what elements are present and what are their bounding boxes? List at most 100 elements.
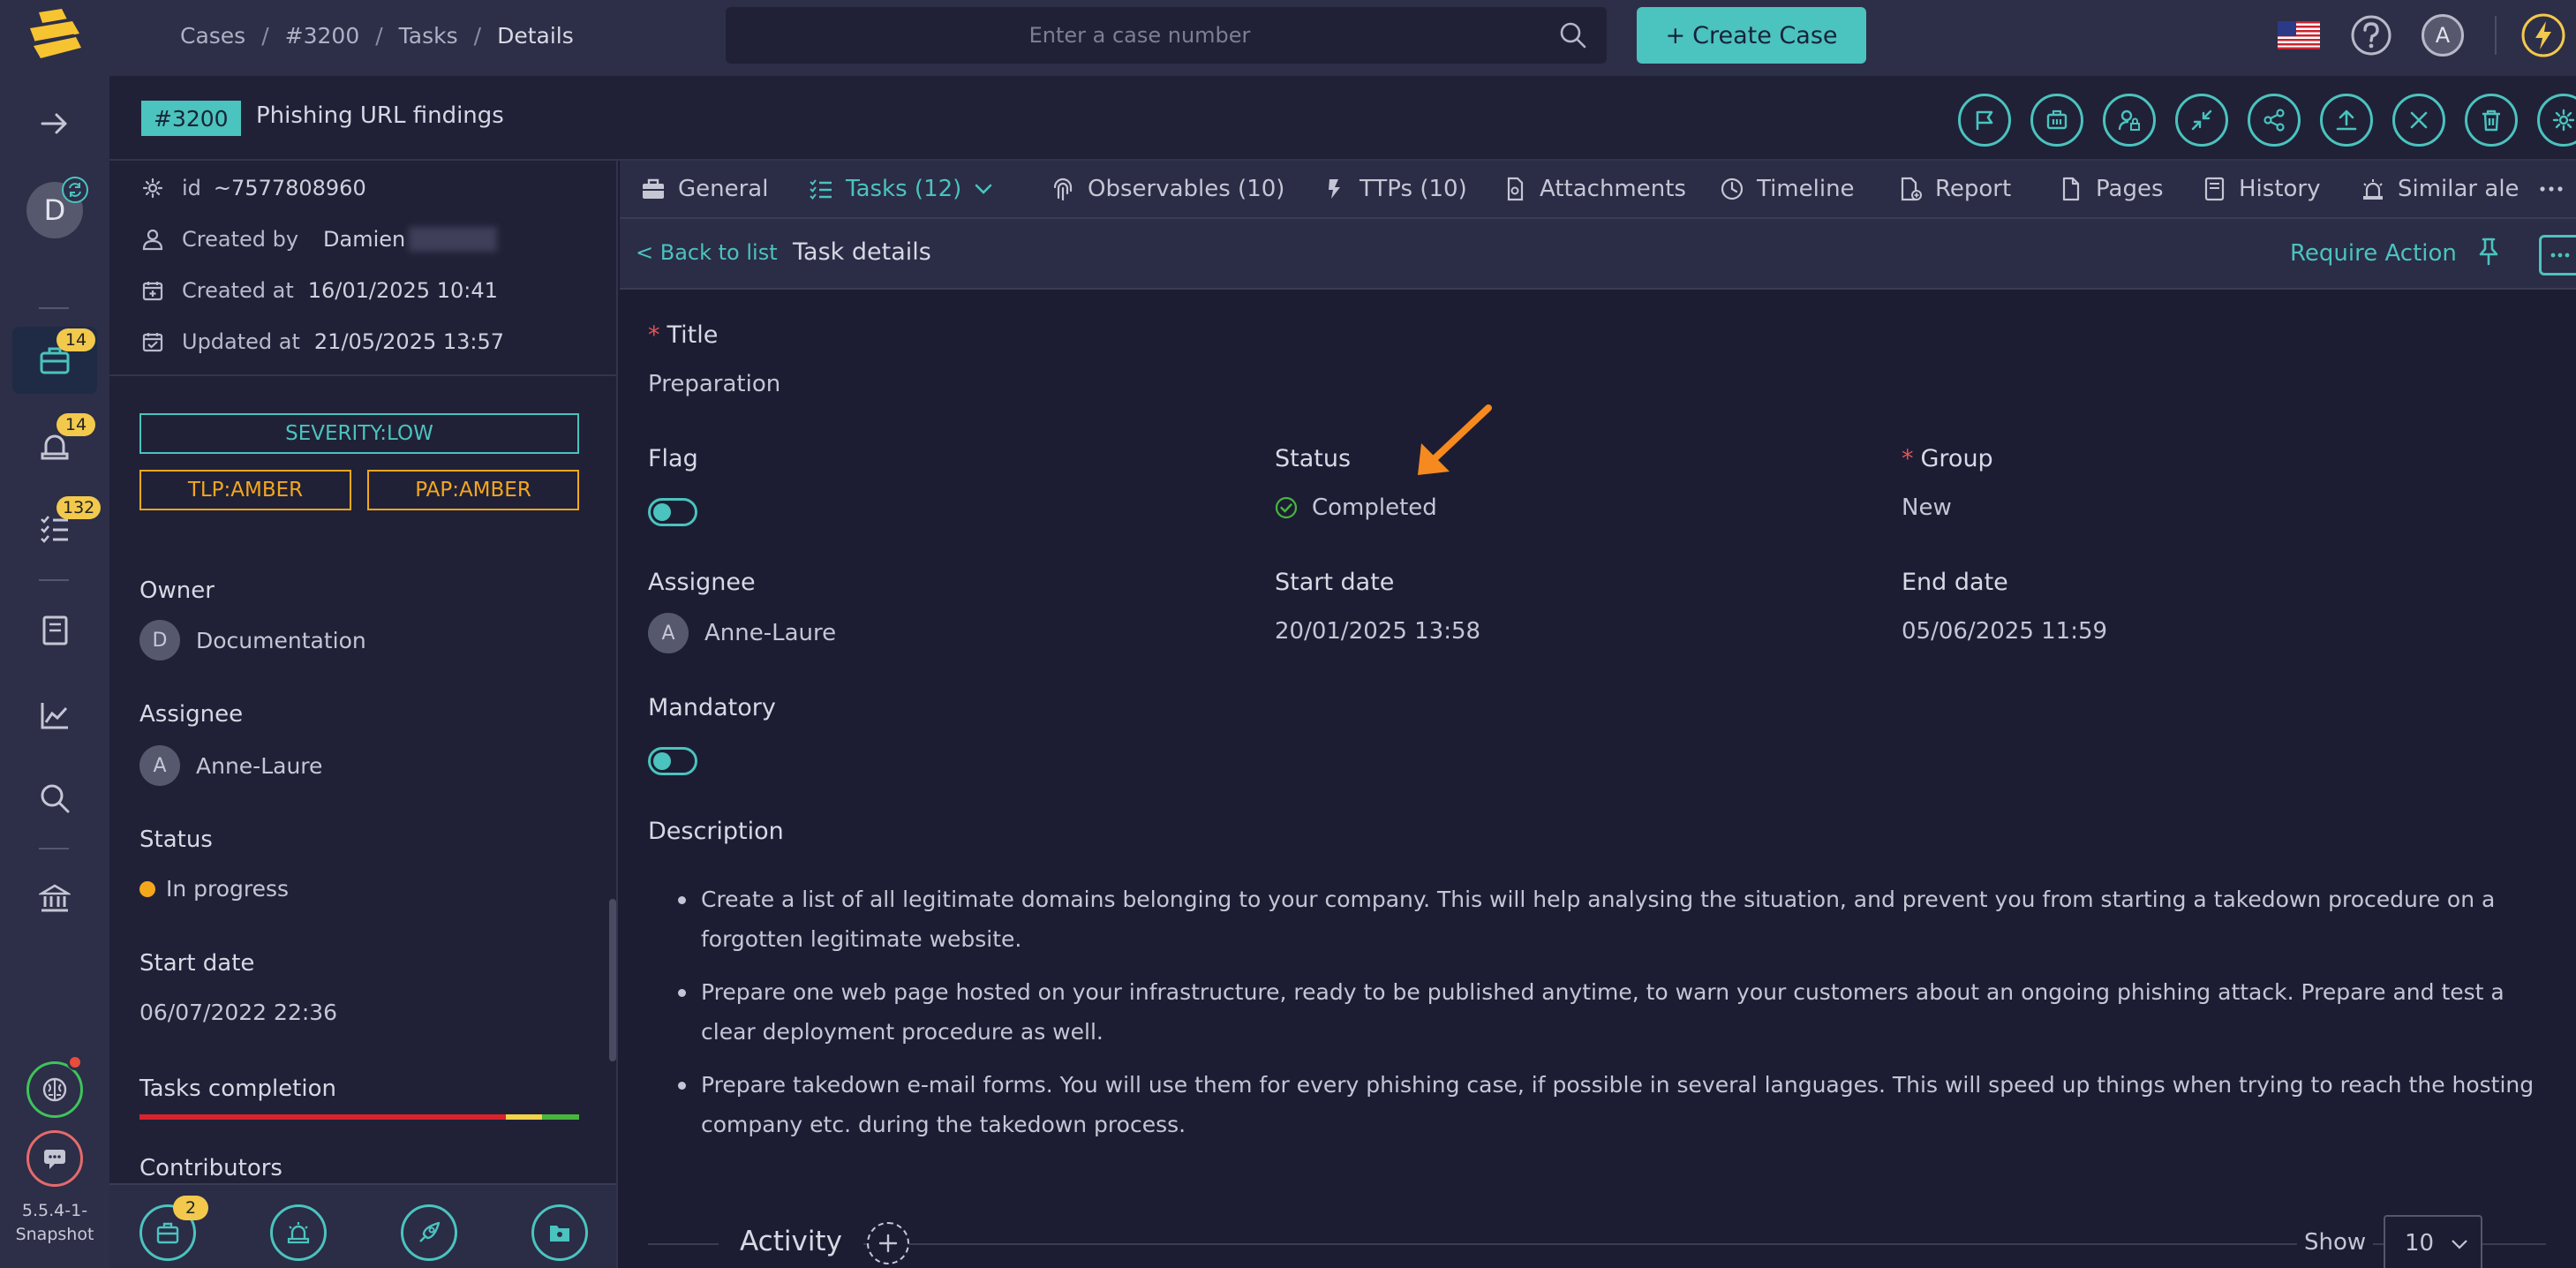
nav-search[interactable] (12, 765, 97, 832)
create-case-button[interactable]: + Create Case (1637, 7, 1866, 64)
id-label: id (182, 176, 201, 200)
switch-organisation-icon[interactable] (62, 177, 88, 203)
tab-history[interactable]: History (2202, 161, 2321, 217)
owner-value[interactable]: D Documentation (139, 620, 366, 660)
redacted-name (409, 227, 498, 252)
breadcrumb-tasks[interactable]: Tasks (399, 23, 458, 49)
task-actions-menu-button[interactable] (2539, 235, 2576, 275)
progress-segment-green (542, 1114, 579, 1120)
rocket-icon (417, 1220, 441, 1245)
tab-ttps[interactable]: TTPs (10) (1322, 161, 1467, 217)
close-icon (2407, 109, 2430, 132)
help-icon[interactable] (2350, 14, 2392, 57)
updated-at-value: 21/05/2025 13:57 (313, 329, 505, 354)
search-icon[interactable] (1559, 21, 1587, 49)
tlp-tag[interactable]: TLP:AMBER (139, 470, 351, 510)
share-case-button[interactable] (2248, 94, 2301, 147)
nav-alerts[interactable]: 14 (12, 411, 97, 479)
breadcrumb-cases[interactable]: Cases (180, 23, 245, 49)
upload-icon (2335, 109, 2358, 132)
pap-tag[interactable]: PAP:AMBER (367, 470, 579, 510)
nav-knowledge-base[interactable] (12, 597, 97, 664)
collapse-button[interactable] (2175, 94, 2228, 147)
tab-general-label: General (678, 176, 769, 202)
add-activity-button[interactable] (867, 1222, 909, 1264)
export-case-button[interactable] (2320, 94, 2373, 147)
nav-cases[interactable]: 14 (12, 327, 97, 394)
divider (2495, 16, 2497, 55)
pin-icon[interactable] (2474, 237, 2504, 267)
require-action-button[interactable]: Require Action (2290, 240, 2457, 267)
end-date-value[interactable]: 05/06/2025 11:59 (1902, 618, 2107, 645)
more-tabs-icon[interactable] (2537, 175, 2565, 203)
tab-similar-alerts[interactable]: Similar ale (2361, 161, 2520, 217)
case-search-input[interactable] (726, 7, 1607, 64)
title-value[interactable]: Preparation (648, 371, 780, 397)
description-list[interactable]: Create a list of all legitimate domains … (678, 879, 2550, 1158)
owner-name: Documentation (196, 627, 366, 653)
tasks-icon (809, 177, 833, 201)
group-label-text: Group (1920, 445, 1993, 472)
tab-history-label: History (2239, 176, 2321, 202)
merge-icon (2045, 109, 2068, 132)
lightning-icon[interactable] (2520, 12, 2566, 58)
annotation-arrow-icon (1409, 403, 1494, 482)
nav-dashboards[interactable] (12, 682, 97, 749)
arrow-right-icon (39, 108, 71, 140)
case-search (726, 7, 1607, 64)
tab-tasks[interactable]: Tasks (12) (809, 161, 993, 217)
case-id-row: id ~7577808960 (141, 175, 366, 201)
expand-nav-button[interactable] (12, 90, 97, 157)
required-mark: * (648, 321, 660, 349)
assignee-value[interactable]: A Anne-Laure (139, 745, 322, 786)
history-icon (2202, 177, 2226, 201)
flag-case-button[interactable] (1958, 94, 2011, 147)
assignee-avatar: A (139, 745, 180, 786)
page-size-select[interactable]: 10 (2384, 1215, 2482, 1268)
merge-case-button[interactable] (2030, 94, 2083, 147)
created-by-value: Damien (323, 227, 406, 252)
case-settings-button[interactable] (2537, 94, 2576, 147)
flag-toggle[interactable] (648, 498, 697, 526)
chevron-down-icon[interactable] (974, 179, 993, 199)
thehive-logo-icon[interactable] (23, 7, 87, 67)
mandatory-toggle[interactable] (648, 747, 697, 775)
user-avatar[interactable]: A (2422, 14, 2464, 57)
group-value[interactable]: New (1902, 494, 1952, 521)
status-value[interactable]: Completed (1275, 494, 1437, 521)
responders-button[interactable] (401, 1204, 457, 1261)
close-case-button[interactable] (2392, 94, 2445, 147)
tab-timeline[interactable]: Timeline (1720, 161, 1855, 217)
back-to-list-link[interactable]: < Back to list (636, 240, 778, 265)
owner-avatar: D (139, 620, 180, 660)
alert-icon (2361, 177, 2385, 201)
alarm-icon (286, 1220, 311, 1245)
tab-attachments[interactable]: Attachments (1503, 161, 1686, 217)
status-value[interactable]: In progress (139, 876, 289, 902)
us-flag-icon[interactable] (2278, 21, 2320, 49)
panel-scrollbar-thumb[interactable] (609, 899, 616, 1061)
chat-button[interactable] (26, 1130, 83, 1187)
briefcase-icon (155, 1220, 180, 1245)
tab-report[interactable]: Report (1898, 161, 2011, 217)
tab-observables[interactable]: Observables (10) (1051, 161, 1284, 217)
tab-general[interactable]: General (641, 161, 768, 217)
nav-organisation[interactable] (12, 865, 97, 932)
analyzers-button[interactable] (531, 1204, 588, 1261)
share-lock-button[interactable] (2103, 94, 2156, 147)
updated-at-label: Updated at (182, 329, 300, 354)
divider (109, 374, 616, 376)
start-date-value[interactable]: 20/01/2025 13:58 (1275, 618, 1480, 645)
breadcrumb-case[interactable]: #3200 (285, 23, 360, 49)
created-at-value: 16/01/2025 10:41 (307, 278, 498, 303)
assignee-label: Assignee (139, 701, 244, 728)
delete-case-button[interactable] (2465, 94, 2518, 147)
tab-pages[interactable]: Pages (2059, 161, 2164, 217)
related-alerts-button[interactable] (270, 1204, 327, 1261)
severity-tag[interactable]: SEVERITY:LOW (139, 413, 579, 454)
assignee-value[interactable]: A Anne-Laure (648, 613, 836, 653)
gear-icon (141, 177, 164, 200)
nav-tasks[interactable]: 132 (12, 494, 102, 562)
assignee-name: Anne-Laure (704, 620, 837, 646)
page-icon (2059, 177, 2083, 201)
